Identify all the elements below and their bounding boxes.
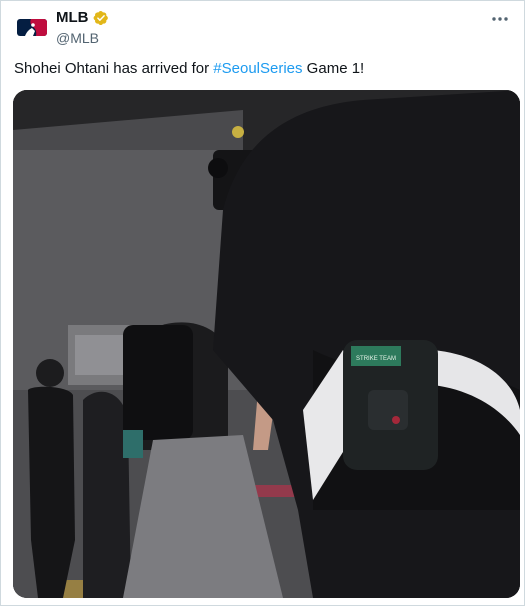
author-handle[interactable]: @MLB — [56, 29, 109, 47]
author-names: MLB @MLB — [56, 9, 109, 47]
more-options-button[interactable] — [488, 7, 512, 31]
video-frame: STRIKE TEAM — [13, 90, 520, 598]
author-display-name[interactable]: MLB — [56, 9, 89, 27]
tweet-text: Shohei Ohtani has arrived for #SeoulSeri… — [14, 59, 364, 79]
avatar[interactable] — [14, 9, 50, 45]
mlb-logo-icon — [17, 18, 47, 36]
patch-text: STRIKE TEAM — [356, 356, 396, 362]
tweet-card: MLB @MLB Shohei Ohtani has arrived for #… — [0, 0, 525, 606]
tweet-text-after: Game 1! — [302, 60, 365, 77]
gold-verified-badge-icon[interactable] — [93, 10, 109, 26]
tweet-text-before: Shohei Ohtani has arrived for — [14, 60, 214, 77]
more-horizontal-icon — [492, 17, 508, 21]
hashtag-link[interactable]: #SeoulSeries — [213, 60, 302, 77]
tweet-video[interactable]: STRIKE TEAM — [13, 90, 520, 598]
tweet-header: MLB @MLB — [14, 7, 514, 47]
